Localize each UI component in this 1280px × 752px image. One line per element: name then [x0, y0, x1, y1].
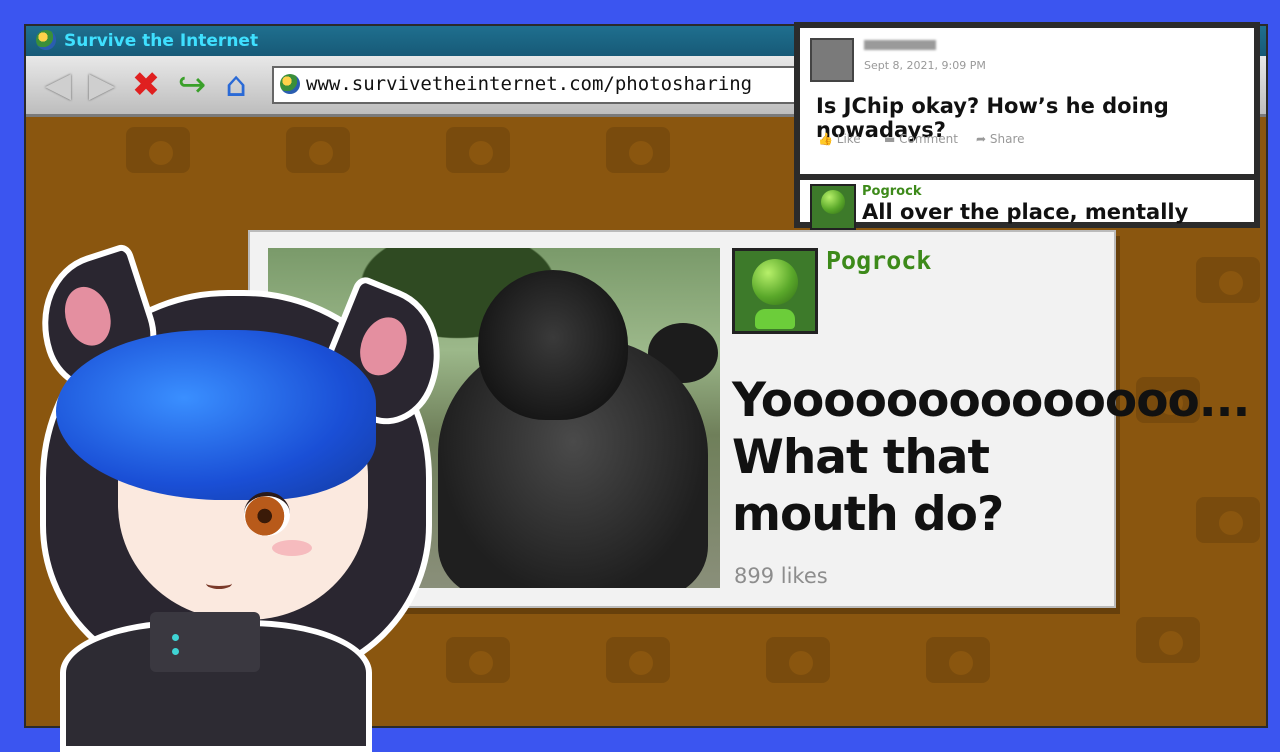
- speech-bubble-icon: ▬: [884, 132, 900, 146]
- collar-button: [172, 634, 179, 641]
- camera-icon: [1136, 617, 1200, 663]
- like-label: Like: [836, 132, 861, 146]
- home-icon[interactable]: ⌂: [216, 65, 256, 105]
- back-icon[interactable]: ◀: [38, 65, 78, 105]
- avatar-ball-icon: [752, 259, 798, 305]
- character-mouth: [206, 578, 232, 589]
- character-collar-top: [150, 612, 260, 672]
- camera-icon: [1196, 257, 1260, 303]
- comment-item: Sept 8, 2021, 9:09 PM Is JChip okay? How…: [800, 28, 1254, 174]
- character-blush: [272, 540, 312, 556]
- camera-icon: [606, 637, 670, 683]
- share-label: Share: [989, 132, 1025, 146]
- stop-icon[interactable]: ✖: [126, 65, 166, 105]
- likes-count: 899 likes: [734, 564, 828, 588]
- share-button[interactable]: ➦ Share: [976, 132, 1025, 146]
- blurred-username: [864, 40, 936, 50]
- avatar: [810, 38, 854, 82]
- camera-icon: [926, 637, 990, 683]
- share-arrow-icon: ➦: [976, 132, 990, 146]
- comment-date: Sept 8, 2021, 9:09 PM: [864, 59, 986, 72]
- globe-icon: [36, 30, 56, 50]
- camera-icon: [606, 127, 670, 173]
- reply-text: All over the place, mentally: [862, 200, 1189, 224]
- camera-icon: [286, 127, 350, 173]
- url-text: www.survivetheinternet.com/photosharing: [306, 73, 753, 95]
- camera-icon: [1196, 497, 1260, 543]
- photo-gorilla-head: [478, 270, 628, 420]
- camera-icon: [446, 637, 510, 683]
- reply-item: Pogrock All over the place, mentally: [800, 180, 1254, 230]
- ear-inner: [57, 280, 119, 352]
- comment-button[interactable]: ▬ Comment: [884, 132, 958, 146]
- reply-username[interactable]: Pogrock: [862, 184, 921, 199]
- refresh-icon[interactable]: ↪: [172, 65, 212, 105]
- camera-icon: [126, 127, 190, 173]
- comment-label: Comment: [899, 132, 958, 146]
- address-bar[interactable]: www.survivetheinternet.com/photosharing: [272, 66, 836, 104]
- character-eye: [244, 492, 290, 536]
- globe-icon: [280, 74, 300, 94]
- comment-panel: Sept 8, 2021, 9:09 PM Is JChip okay? How…: [794, 22, 1260, 230]
- forward-icon[interactable]: ▶: [82, 65, 122, 105]
- camera-icon: [766, 637, 830, 683]
- comment-text: Is JChip okay? How’s he doing nowadays?: [816, 94, 1169, 142]
- camera-icon: [446, 127, 510, 173]
- window-title: Survive the Internet: [64, 31, 259, 51]
- post-caption: Yoooooooooooooo... What that mouth do?: [732, 373, 1250, 542]
- avatar-base-icon: [755, 309, 795, 329]
- post-username[interactable]: Pogrock: [826, 246, 931, 275]
- like-button[interactable]: 👍 Like: [818, 132, 861, 146]
- avatar[interactable]: [732, 248, 818, 334]
- collar-button: [172, 648, 179, 655]
- avatar-ball-icon: [821, 190, 845, 214]
- avatar: [810, 184, 856, 230]
- thumbs-up-icon: 👍: [818, 132, 837, 146]
